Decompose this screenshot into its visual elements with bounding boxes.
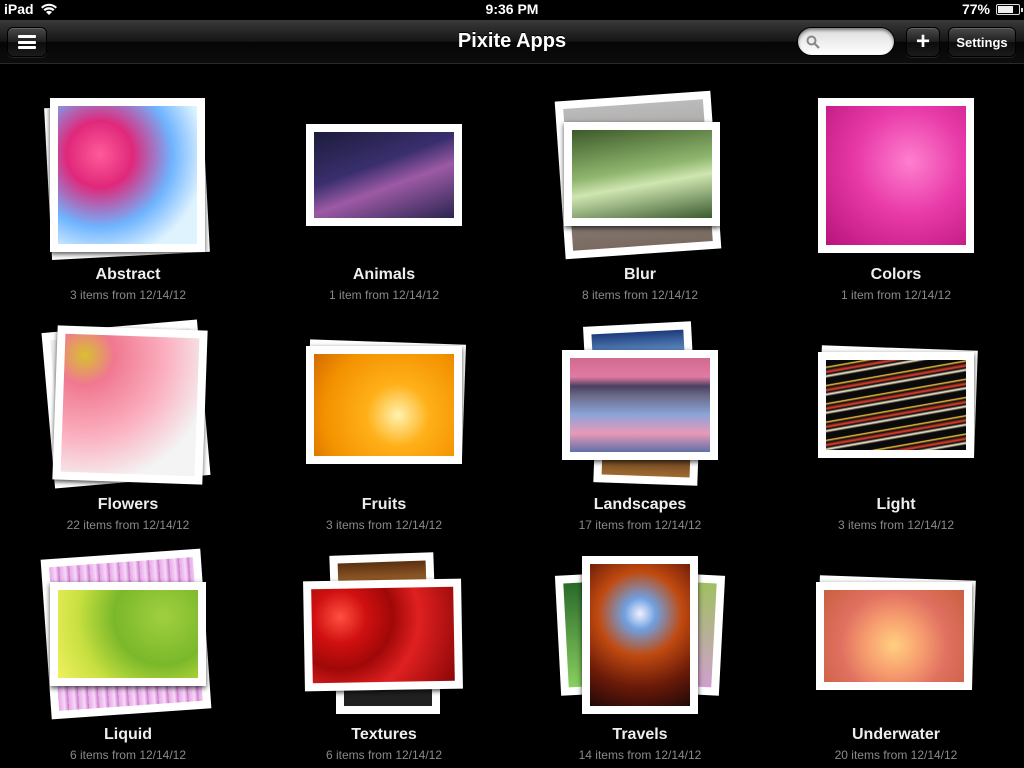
album-info: 20 items from 12/14/12: [834, 748, 958, 762]
album-tile-light[interactable]: Light 3 items from 12/14/12: [768, 294, 1024, 532]
album-name: Light: [876, 496, 916, 513]
album-tile-fruits[interactable]: Fruits 3 items from 12/14/12: [256, 294, 512, 532]
album-tile-underwater[interactable]: Underwater 20 items from 12/14/12: [768, 524, 1024, 762]
album-name: Blur: [624, 266, 656, 283]
album-thumbnail: [512, 524, 768, 719]
album-thumbnail: [256, 294, 512, 489]
album-thumbnail: [0, 294, 256, 489]
album-tile-colors[interactable]: Colors 1 item from 12/14/12: [768, 64, 1024, 302]
album-name: Flowers: [97, 496, 159, 513]
album-thumbnail: [768, 294, 1024, 489]
album-name: Liquid: [104, 726, 152, 743]
album-name: Landscapes: [593, 496, 687, 513]
search-input[interactable]: [824, 33, 888, 50]
album-tile-landscapes[interactable]: Landscapes 17 items from 12/14/12: [512, 294, 768, 532]
album-tile-travels[interactable]: Travels 14 items from 12/14/12: [512, 524, 768, 762]
album-thumbnail: [512, 294, 768, 489]
album-name: Textures: [351, 726, 417, 743]
album-name: Underwater: [851, 726, 941, 743]
settings-button[interactable]: Settings: [948, 27, 1016, 57]
search-field[interactable]: [797, 27, 895, 56]
album-name: Fruits: [361, 496, 407, 513]
battery-percent: 77%: [961, 1, 990, 17]
album-info: 6 items from 12/14/12: [325, 748, 443, 762]
album-tile-liquid[interactable]: Liquid 6 items from 12/14/12: [0, 524, 256, 762]
status-time: 9:36 PM: [485, 1, 539, 17]
add-button[interactable]: +: [906, 27, 940, 57]
album-grid: Abstract 3 items from 12/14/12 Animals 1…: [0, 64, 1024, 768]
album-thumbnail: [256, 524, 512, 719]
status-bar: iPad 9:36 PM 77%: [0, 0, 1024, 20]
album-info: 14 items from 12/14/12: [578, 748, 702, 762]
plus-icon: +: [915, 28, 930, 55]
album-name: Travels: [612, 726, 668, 743]
album-tile-textures[interactable]: Textures 6 items from 12/14/12: [256, 524, 512, 762]
album-name: Colors: [870, 266, 922, 283]
album-thumbnail: [0, 524, 256, 720]
album-tile-blur[interactable]: Blur 8 items from 12/14/12: [512, 64, 768, 302]
battery-icon: [996, 3, 1023, 15]
album-thumbnail: [768, 524, 1024, 719]
album-thumbnail: [768, 64, 1024, 259]
album-tile-flowers[interactable]: Flowers 22 items from 12/14/12: [0, 294, 256, 532]
album-name: Animals: [352, 266, 416, 283]
album-info: 6 items from 12/14/12: [69, 748, 187, 762]
album-tile-abstract[interactable]: Abstract 3 items from 12/14/12: [0, 64, 256, 302]
album-name: Abstract: [95, 266, 161, 283]
album-tile-animals[interactable]: Animals 1 item from 12/14/12: [256, 64, 512, 302]
album-thumbnail: [0, 64, 256, 261]
navigation-bar: Pixite Apps + Settings: [0, 20, 1024, 64]
album-thumbnail: [256, 64, 512, 259]
search-icon: [806, 35, 820, 49]
album-thumbnail: [512, 64, 768, 260]
